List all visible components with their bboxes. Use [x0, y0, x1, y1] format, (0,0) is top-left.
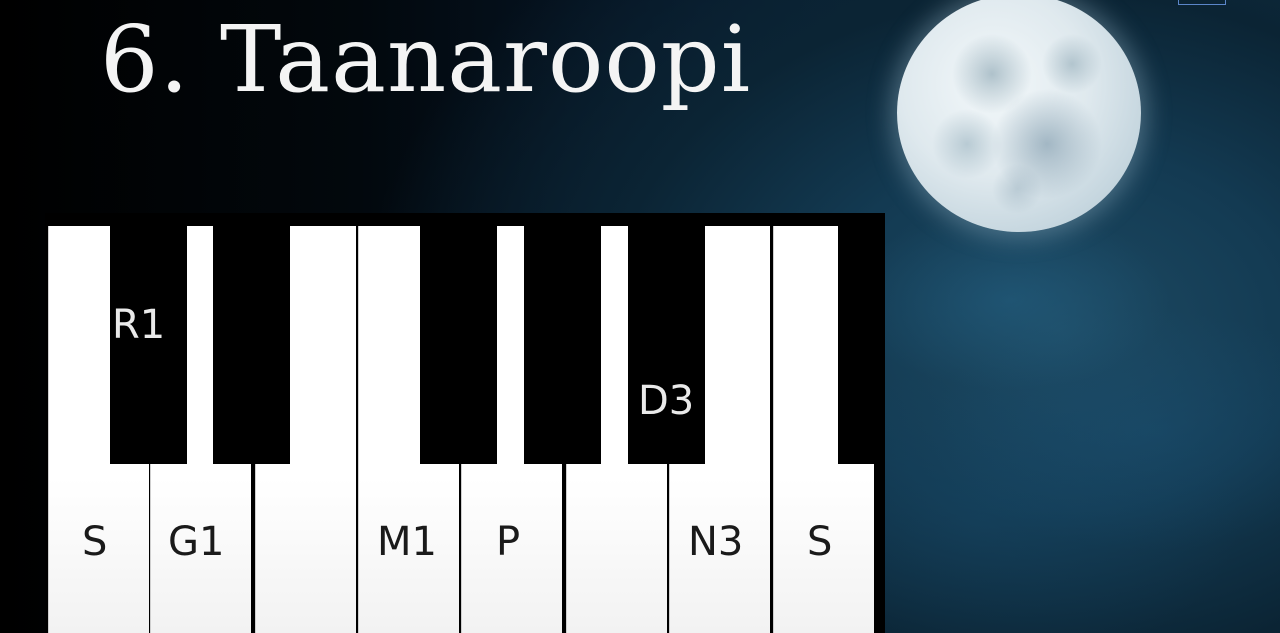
white-key-label: N3 — [688, 519, 744, 565]
corner-marker — [1178, 0, 1226, 5]
white-key-label: M1 — [377, 519, 437, 565]
black-key — [838, 226, 885, 464]
piano-keyboard: R1 D3 S G1 M1 P N3 S — [45, 213, 885, 633]
black-key-label: D3 — [638, 378, 695, 424]
black-key — [524, 226, 601, 464]
moon-image — [897, 0, 1141, 232]
slide: 6. Taanaroopi R1 D3 S G1 M1 P N3 S — [0, 0, 1280, 633]
black-key — [628, 226, 705, 464]
black-key — [213, 226, 290, 464]
black-key-label: R1 — [112, 302, 166, 348]
white-key-label: G1 — [168, 519, 225, 565]
white-key-label: S — [82, 519, 108, 565]
white-key-label: P — [496, 519, 521, 565]
white-key-label: S — [807, 519, 833, 565]
black-key — [420, 226, 497, 464]
slide-title: 6. Taanaroopi — [100, 6, 752, 113]
